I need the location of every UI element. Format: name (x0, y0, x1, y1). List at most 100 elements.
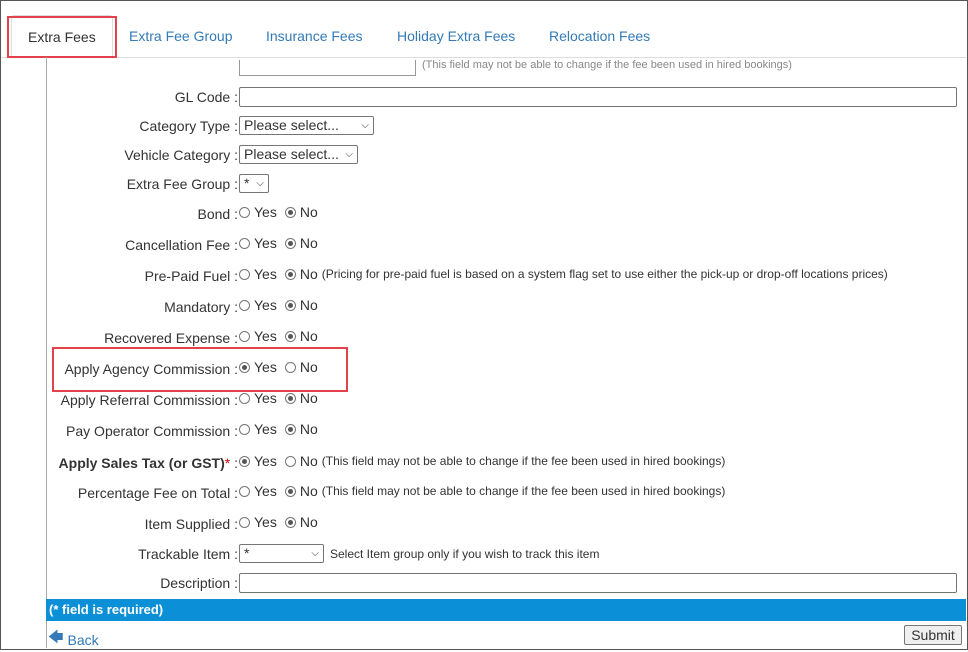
pay-operator-commission-label: Pay Operator Commission : (66, 423, 238, 439)
apply-agency-commission-yes-radio[interactable] (239, 361, 250, 373)
chevron-down-icon: ⌵ (256, 178, 264, 189)
row-category-type: Category Type : Please select... ⌵ (0, 115, 968, 137)
item-supplied-yes-text: Yes (254, 514, 277, 530)
apply-agency-commission-no[interactable]: No (284, 359, 318, 375)
percentage-fee-label: Percentage Fee on Total : (77, 485, 238, 501)
cut-off-input[interactable] (239, 60, 416, 76)
apply-sales-tax-no[interactable]: No (284, 453, 318, 469)
mandatory-no[interactable]: No (284, 297, 318, 313)
category-type-select[interactable]: Please select... ⌵ (239, 116, 374, 135)
trackable-item-note: Select Item group only if you wish to tr… (330, 546, 600, 561)
pre-paid-fuel-yes[interactable]: Yes (239, 266, 277, 282)
tab-extra-fees[interactable]: Extra Fees (11, 15, 113, 59)
apply-agency-commission-no-radio[interactable] (284, 361, 296, 373)
row-mandatory: Mandatory : Yes No (0, 296, 968, 318)
vehicle-category-select[interactable]: Please select... ⌵ (239, 145, 358, 164)
description-label: Description : (160, 575, 238, 591)
recovered-expense-no-radio[interactable] (284, 330, 296, 342)
chevron-down-icon: ⌵ (361, 120, 369, 131)
apply-referral-commission-no[interactable]: No (284, 390, 318, 406)
pre-paid-fuel-yes-radio[interactable] (239, 268, 250, 280)
row-pre-paid-fuel: Pre-Paid Fuel : Yes No (Pricing for pre-… (0, 265, 968, 287)
mandatory-yes-radio[interactable] (239, 299, 250, 311)
percentage-fee-no-text: No (299, 483, 318, 499)
apply-sales-tax-no-radio[interactable] (284, 455, 296, 467)
percentage-fee-no[interactable]: No (284, 483, 318, 499)
pay-operator-commission-no-radio[interactable] (284, 423, 296, 435)
pay-operator-commission-yes-text: Yes (254, 421, 277, 437)
cancellation-fee-yes-radio[interactable] (239, 237, 250, 249)
back-link[interactable]: 🡄 Back (48, 627, 99, 652)
extra-fee-group-value: * (244, 175, 250, 191)
percentage-fee-yes[interactable]: Yes (239, 483, 277, 499)
cancellation-fee-no-radio[interactable] (284, 237, 296, 249)
vehicle-category-value: Please select... (244, 146, 339, 162)
chevron-down-icon: ⌵ (311, 548, 319, 559)
row-description: Description : (0, 572, 968, 594)
percentage-fee-yes-text: Yes (254, 483, 277, 499)
apply-sales-tax-yes-radio[interactable] (239, 455, 250, 467)
tab-extra-fee-group[interactable]: Extra Fee Group (129, 1, 233, 57)
pre-paid-fuel-no[interactable]: No (284, 266, 318, 282)
item-supplied-no-radio[interactable] (284, 516, 296, 528)
bond-no-radio[interactable] (284, 206, 296, 218)
item-supplied-yes-radio[interactable] (239, 516, 250, 528)
recovered-expense-yes[interactable]: Yes (239, 328, 277, 344)
category-type-label: Category Type : (139, 118, 238, 134)
apply-referral-commission-yes[interactable]: Yes (239, 390, 277, 406)
percentage-fee-yes-radio[interactable] (239, 485, 250, 497)
recovered-expense-no[interactable]: No (284, 328, 318, 344)
tab-insurance-fees[interactable]: Insurance Fees (266, 1, 363, 57)
bond-yes-radio[interactable] (239, 206, 250, 218)
item-supplied-no[interactable]: No (284, 514, 318, 530)
mandatory-yes[interactable]: Yes (239, 297, 277, 313)
pre-paid-fuel-no-radio[interactable] (284, 268, 296, 280)
apply-sales-tax-label-text: Apply Sales Tax (or GST) (58, 455, 225, 471)
extra-fee-group-select[interactable]: * ⌵ (239, 174, 269, 193)
submit-button[interactable]: Submit (904, 625, 962, 645)
gl-code-input[interactable] (239, 87, 957, 107)
cancellation-fee-yes[interactable]: Yes (239, 235, 277, 251)
item-supplied-label: Item Supplied : (144, 516, 238, 532)
apply-agency-commission-yes-text: Yes (254, 359, 277, 375)
cancellation-fee-no-text: No (299, 235, 318, 251)
recovered-expense-no-text: No (299, 328, 318, 344)
bond-label: Bond : (197, 206, 238, 222)
row-recovered-expense: Recovered Expense : Yes No (0, 327, 968, 349)
percentage-fee-no-radio[interactable] (284, 485, 296, 497)
mandatory-no-radio[interactable] (284, 299, 296, 311)
category-type-value: Please select... (244, 117, 339, 133)
vehicle-category-label: Vehicle Category : (124, 147, 238, 163)
apply-sales-tax-yes[interactable]: Yes (239, 453, 277, 469)
apply-sales-tax-label: Apply Sales Tax (or GST)* : (59, 455, 238, 471)
trackable-item-value: * (244, 545, 250, 561)
row-gl-code: GL Code : (0, 86, 968, 108)
pay-operator-commission-yes[interactable]: Yes (239, 421, 277, 437)
trackable-item-select[interactable]: * ⌵ (239, 544, 324, 563)
tab-holiday-extra-fees[interactable]: Holiday Extra Fees (397, 1, 515, 57)
apply-referral-commission-no-radio[interactable] (284, 392, 296, 404)
cancellation-fee-yes-text: Yes (254, 235, 277, 251)
pre-paid-fuel-note: (Pricing for pre-paid fuel is based on a… (321, 267, 888, 281)
cut-off-note: (This field may not be able to change if… (422, 59, 792, 71)
mandatory-label: Mandatory : (164, 299, 238, 315)
tab-relocation-fees[interactable]: Relocation Fees (549, 1, 650, 57)
bond-no-text: No (299, 204, 318, 220)
apply-referral-commission-yes-radio[interactable] (239, 392, 250, 404)
tab-bar: Extra Fees Extra Fee Group Insurance Fee… (1, 1, 966, 59)
pay-operator-commission-no[interactable]: No (284, 421, 318, 437)
row-pay-operator-commission: Pay Operator Commission : Yes No (0, 420, 968, 442)
bond-no[interactable]: No (284, 204, 318, 220)
apply-sales-tax-note: (This field may not be able to change if… (321, 454, 726, 468)
row-percentage-fee: Percentage Fee on Total : Yes No (This f… (0, 482, 968, 504)
apply-agency-commission-yes[interactable]: Yes (239, 359, 277, 375)
recovered-expense-yes-radio[interactable] (239, 330, 250, 342)
bond-yes[interactable]: Yes (239, 204, 277, 220)
item-supplied-yes[interactable]: Yes (239, 514, 277, 530)
recovered-expense-label: Recovered Expense : (104, 330, 238, 346)
apply-agency-commission-no-text: No (299, 359, 318, 375)
cancellation-fee-no[interactable]: No (284, 235, 318, 251)
pay-operator-commission-yes-radio[interactable] (239, 423, 250, 435)
description-input[interactable] (239, 573, 957, 593)
mandatory-no-text: No (299, 297, 318, 313)
